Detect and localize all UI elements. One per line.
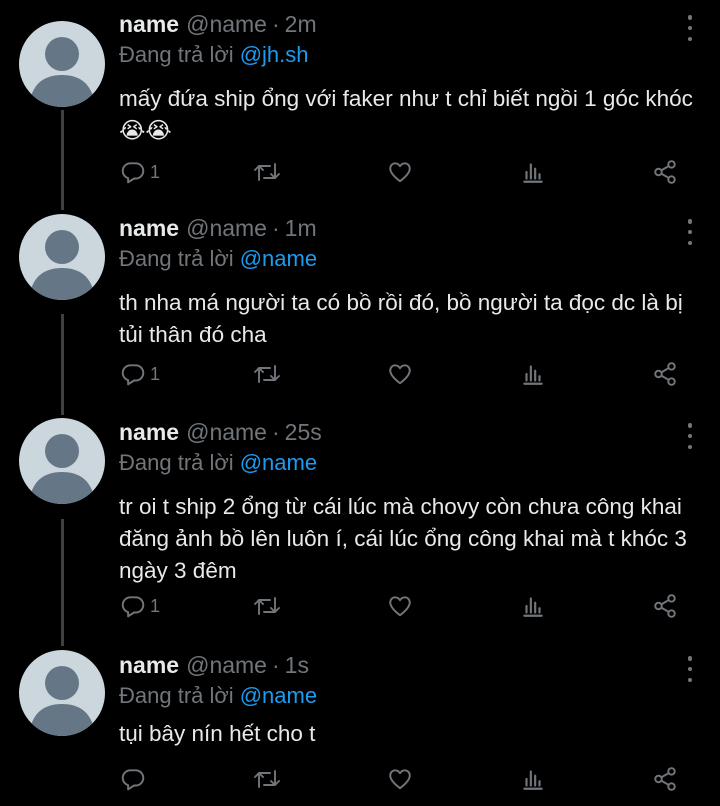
analytics-button[interactable] [520, 159, 546, 185]
replying-to: Đang trả lời @jh.sh [119, 42, 309, 68]
share-button[interactable] [652, 361, 678, 387]
like-icon [387, 159, 413, 185]
replying-to-label: Đang trả lời [119, 450, 234, 475]
like-icon [387, 361, 413, 387]
tweet-header: name @name · 2m [119, 11, 317, 41]
display-name[interactable]: name [119, 652, 179, 679]
more-icon[interactable] [684, 423, 696, 449]
analytics-button[interactable] [520, 361, 546, 387]
analytics-button[interactable] [520, 766, 546, 792]
tweet[interactable]: name @name · 1s Đang trả lời @name tụi bâ… [0, 650, 720, 806]
tweet-text: th nha má người ta có bồ rồi đó, bồ ngườ… [119, 290, 683, 347]
avatar[interactable] [19, 418, 105, 504]
analytics-icon [520, 593, 546, 619]
retweet-icon [253, 159, 281, 185]
like-button[interactable] [387, 593, 413, 619]
action-bar: 1 [0, 591, 720, 623]
replying-to: Đang trả lời @name [119, 450, 317, 476]
reply-button[interactable] [120, 766, 150, 792]
share-button[interactable] [652, 159, 678, 185]
like-button[interactable] [387, 766, 413, 792]
retweet-button[interactable] [253, 159, 281, 185]
reply-button[interactable]: 1 [120, 159, 160, 185]
tweet-text: tr oi t ship 2 ổng từ cái lúc mà chovy c… [119, 494, 687, 583]
retweet-button[interactable] [253, 766, 281, 792]
mention-link[interactable]: @jh.sh [240, 42, 309, 67]
retweet-icon [253, 593, 281, 619]
share-icon [652, 766, 678, 792]
user-handle[interactable]: @name [186, 419, 267, 446]
timestamp[interactable]: 25s [285, 419, 322, 446]
user-handle[interactable]: @name [186, 215, 267, 242]
tweet-header: name @name · 1s [119, 652, 309, 682]
mention-link[interactable]: @name [240, 246, 317, 271]
share-icon [652, 159, 678, 185]
separator-dot: · [271, 419, 280, 445]
action-bar: 1 [0, 359, 720, 391]
user-handle[interactable]: @name [186, 11, 267, 38]
timestamp[interactable]: 2m [285, 11, 317, 38]
analytics-button[interactable] [520, 593, 546, 619]
more-icon[interactable] [684, 219, 696, 245]
more-icon[interactable] [684, 656, 696, 682]
display-name[interactable]: name [119, 215, 179, 242]
display-name[interactable]: name [119, 11, 179, 38]
tweet-text: tụi bây nín hết cho t [119, 721, 316, 746]
reply-count: 1 [150, 161, 161, 182]
replying-to-label: Đang trả lời [119, 683, 234, 708]
analytics-icon [520, 159, 546, 185]
like-button[interactable] [387, 159, 413, 185]
avatar[interactable] [19, 21, 105, 107]
reply-icon [120, 766, 146, 792]
tweet-header: name @name · 1m [119, 215, 317, 245]
share-icon [652, 593, 678, 619]
retweet-icon [253, 361, 281, 387]
share-button[interactable] [652, 766, 678, 792]
replying-to: Đang trả lời @name [119, 683, 317, 709]
like-icon [387, 593, 413, 619]
avatar[interactable] [19, 214, 105, 300]
reply-button[interactable]: 1 [120, 593, 160, 619]
like-button[interactable] [387, 361, 413, 387]
like-icon [387, 766, 413, 792]
tweet[interactable]: name @name · 25s Đang trả lời @name tr oi… [0, 418, 720, 629]
separator-dot: · [271, 11, 280, 37]
timestamp[interactable]: 1m [285, 215, 317, 242]
action-bar: 1 [0, 155, 720, 187]
avatar[interactable] [19, 650, 105, 736]
retweet-button[interactable] [253, 361, 281, 387]
mention-link[interactable]: @name [240, 683, 317, 708]
display-name[interactable]: name [119, 419, 179, 446]
reply-icon [120, 159, 146, 185]
separator-dot: · [271, 652, 280, 678]
analytics-icon [520, 766, 546, 792]
share-button[interactable] [652, 593, 678, 619]
user-handle[interactable]: @name [186, 652, 267, 679]
separator-dot: · [271, 215, 280, 241]
retweet-button[interactable] [253, 593, 281, 619]
more-icon[interactable] [684, 15, 696, 41]
reply-count: 1 [150, 595, 161, 616]
reply-icon [120, 361, 146, 387]
tweet[interactable]: name @name · 1m Đang trả lời @name th nha… [0, 214, 720, 395]
tweet[interactable]: name @name · 2m Đang trả lời @jh.sh mấy đ… [0, 11, 720, 191]
reply-icon [120, 593, 146, 619]
tweet-text: mấy đứa ship ổng với faker như t chỉ biế… [119, 86, 693, 143]
reply-button[interactable]: 1 [120, 361, 160, 387]
reply-count: 1 [150, 363, 161, 384]
mention-link[interactable]: @name [240, 450, 317, 475]
analytics-icon [520, 361, 546, 387]
retweet-icon [253, 766, 281, 792]
share-icon [652, 361, 678, 387]
action-bar [0, 766, 720, 798]
replying-to: Đang trả lời @name [119, 246, 317, 272]
replying-to-label: Đang trả lời [119, 246, 234, 271]
timestamp[interactable]: 1s [285, 652, 309, 679]
tweet-header: name @name · 25s [119, 419, 322, 449]
replying-to-label: Đang trả lời [119, 42, 234, 67]
